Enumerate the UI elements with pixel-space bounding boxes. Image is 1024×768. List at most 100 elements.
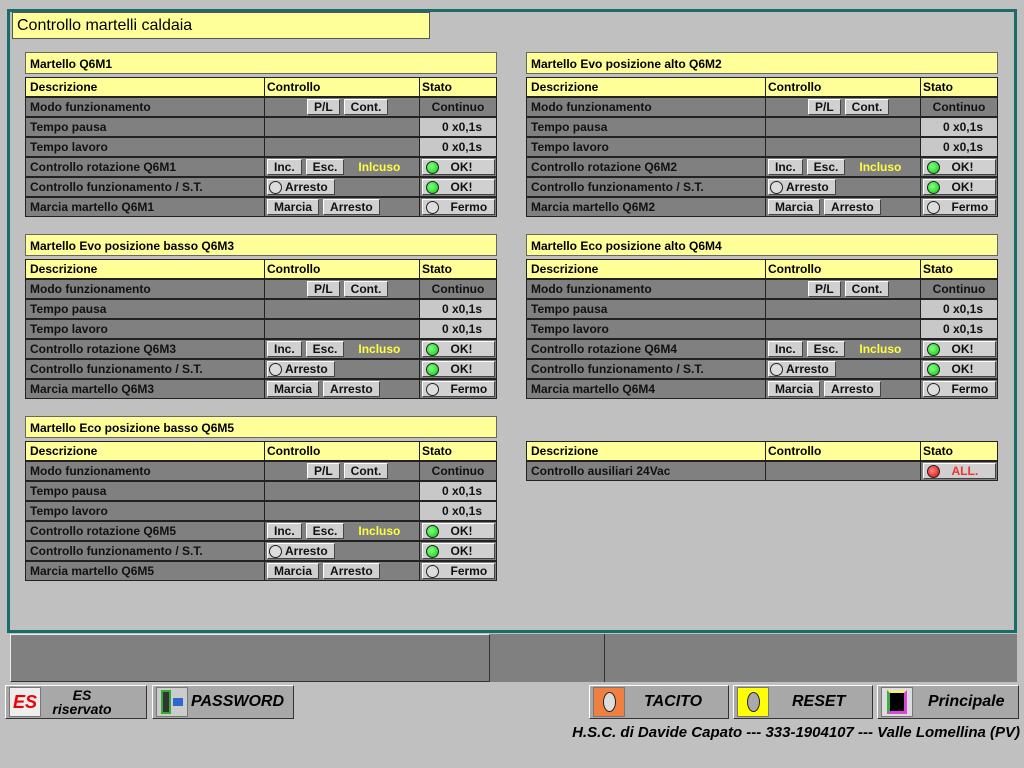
cont-button[interactable]: Cont. <box>343 463 389 479</box>
marcia-button[interactable]: Marcia <box>267 199 320 215</box>
arresto-button[interactable]: Arresto <box>824 381 881 397</box>
cont-button[interactable]: Cont. <box>343 281 389 297</box>
work-time-value[interactable]: 0 x0,1s <box>420 137 497 157</box>
tacito-button[interactable]: TACITO <box>589 685 729 719</box>
mode-status: Continuo <box>420 279 497 299</box>
row-label: Tempo lavoro <box>25 319 265 339</box>
esc-button[interactable]: Esc. <box>305 341 345 357</box>
esc-button[interactable]: Esc. <box>305 523 345 539</box>
run-status[interactable]: Fermo <box>922 199 996 215</box>
status-cell: Fermo <box>420 561 497 581</box>
radio-icon <box>770 180 783 194</box>
cont-button[interactable]: Cont. <box>343 99 389 115</box>
run-status[interactable]: Fermo <box>922 381 996 397</box>
arresto-button[interactable]: Arresto <box>824 199 881 215</box>
pl-button[interactable]: P/L <box>307 281 340 297</box>
page-title: Controllo martelli caldaia <box>12 12 430 39</box>
arresto-button[interactable]: Arresto <box>323 563 380 579</box>
ctrl-cell: P/L Cont. <box>265 279 420 299</box>
ctrl-cell <box>766 299 921 319</box>
inc-button[interactable]: Inc. <box>267 159 302 175</box>
status-cell: OK! <box>921 157 998 177</box>
run-status[interactable]: Fermo <box>421 563 495 579</box>
esc-button[interactable]: Esc. <box>305 159 345 175</box>
work-time-value[interactable]: 0 x0,1s <box>921 319 998 339</box>
cont-button[interactable]: Cont. <box>844 281 890 297</box>
rotation-status[interactable]: OK! <box>922 341 996 357</box>
rotation-status[interactable]: OK! <box>421 159 495 175</box>
aux-status[interactable]: ALL. <box>922 463 996 479</box>
pause-time-value[interactable]: 0 x0,1s <box>921 117 998 137</box>
esc-button[interactable]: Esc. <box>806 159 846 175</box>
arresto-toggle[interactable]: Arresto <box>768 361 836 377</box>
status-box-2 <box>605 634 1017 682</box>
row-label: Marcia martello Q6M2 <box>526 197 766 217</box>
function-status[interactable]: OK! <box>421 179 495 195</box>
ctrl-cell: Arresto <box>265 359 420 379</box>
row-label: Controllo rotazione Q6M3 <box>25 339 265 359</box>
pause-time-value[interactable]: 0 x0,1s <box>420 481 497 501</box>
row-label: Tempo pausa <box>526 117 766 137</box>
hammer-panel: Martello Eco posizione basso Q6M5 Descri… <box>25 416 497 581</box>
inc-button[interactable]: Inc. <box>768 159 803 175</box>
pl-button[interactable]: P/L <box>307 463 340 479</box>
work-time-value[interactable]: 0 x0,1s <box>420 319 497 339</box>
panel-title: Martello Eco posizione alto Q6M4 <box>526 234 998 256</box>
work-time-value[interactable]: 0 x0,1s <box>420 501 497 521</box>
rotation-status[interactable]: OK! <box>421 341 495 357</box>
status-cell: OK! <box>420 541 497 561</box>
header-desc: Descrizione <box>25 441 265 461</box>
ctrl-cell: P/L Cont. <box>265 97 420 117</box>
esc-button[interactable]: Esc. <box>806 341 846 357</box>
function-status[interactable]: OK! <box>421 361 495 377</box>
row-label: Controllo funzionamento / S.T. <box>25 177 265 197</box>
marcia-button[interactable]: Marcia <box>267 563 320 579</box>
row-label-text: Marcia martello <box>531 200 620 214</box>
rotation-status[interactable]: OK! <box>421 523 495 539</box>
arresto-toggle[interactable]: Arresto <box>768 179 836 195</box>
pl-button[interactable]: P/L <box>808 99 841 115</box>
marcia-button[interactable]: Marcia <box>768 381 821 397</box>
motor-id: Q6M3 <box>121 382 155 396</box>
aux-label: Controllo ausiliari 24Vac <box>526 461 766 481</box>
arresto-toggle[interactable]: Arresto <box>267 361 335 377</box>
function-status[interactable]: OK! <box>922 179 996 195</box>
password-button[interactable]: PASSWORD <box>152 685 294 719</box>
principale-button[interactable]: Principale <box>877 685 1019 719</box>
arresto-toggle[interactable]: Arresto <box>267 543 335 559</box>
pause-time-value[interactable]: 0 x0,1s <box>420 299 497 319</box>
function-status[interactable]: OK! <box>922 361 996 377</box>
function-status[interactable]: OK! <box>421 543 495 559</box>
pl-button[interactable]: P/L <box>808 281 841 297</box>
es-riservato-button[interactable]: ES ES riservato <box>5 685 147 719</box>
run-status[interactable]: Fermo <box>421 199 495 215</box>
marcia-button[interactable]: Marcia <box>768 199 821 215</box>
arresto-button[interactable]: Arresto <box>323 199 380 215</box>
inc-button[interactable]: Inc. <box>267 523 302 539</box>
incluso-status: Incluso <box>859 160 902 174</box>
row-label: Modo funzionamento <box>526 279 766 299</box>
ctrl-cell: Arresto <box>265 177 420 197</box>
reset-lamp-icon <box>737 687 769 717</box>
header-stato: Stato <box>420 77 497 97</box>
inc-button[interactable]: Inc. <box>768 341 803 357</box>
ctrl-cell <box>265 137 420 157</box>
header-ctrl: Controllo <box>265 77 420 97</box>
row-label: Modo funzionamento <box>526 97 766 117</box>
work-time-value[interactable]: 0 x0,1s <box>921 137 998 157</box>
pl-button[interactable]: P/L <box>307 99 340 115</box>
status-cell: OK! <box>420 177 497 197</box>
marcia-button[interactable]: Marcia <box>267 381 320 397</box>
cont-button[interactable]: Cont. <box>844 99 890 115</box>
motor-id: Q6M1 <box>143 160 177 174</box>
reset-button[interactable]: RESET <box>733 685 873 719</box>
arresto-toggle[interactable]: Arresto <box>267 179 335 195</box>
arresto-button[interactable]: Arresto <box>323 381 380 397</box>
fermo-text: Fermo <box>450 382 488 396</box>
pause-time-value[interactable]: 0 x0,1s <box>420 117 497 137</box>
run-status[interactable]: Fermo <box>421 381 495 397</box>
pause-time-value[interactable]: 0 x0,1s <box>921 299 998 319</box>
inc-button[interactable]: Inc. <box>267 341 302 357</box>
header-desc: Descrizione <box>526 441 766 461</box>
rotation-status[interactable]: OK! <box>922 159 996 175</box>
